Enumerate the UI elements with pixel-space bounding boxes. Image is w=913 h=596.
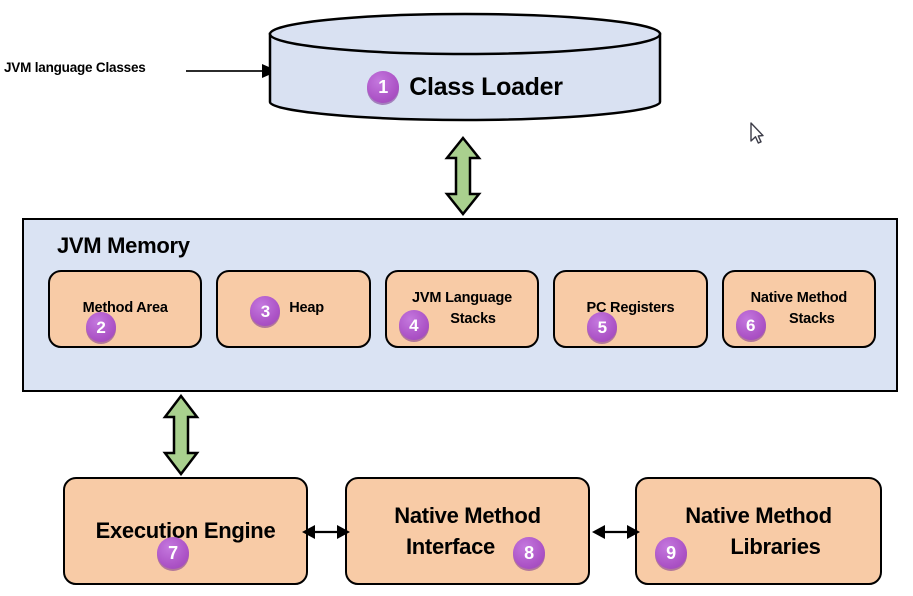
memory-box-method-area[interactable]: Method Area 2: [48, 270, 203, 348]
memory-box-line1: Native Method: [750, 289, 848, 306]
source-label-jvm-language-classes: JVM language Classes: [4, 60, 146, 75]
badge-1: 1: [367, 71, 400, 103]
bottom-box-line1: Native Method: [685, 502, 832, 528]
bottom-box-execution-engine[interactable]: Execution Engine 7: [63, 477, 308, 585]
jvm-memory-box-row: Method Area 2 Heap 3 JVM Language Stacks…: [48, 270, 877, 348]
memory-box-line2: Stacks: [789, 311, 835, 327]
jvm-architecture-diagram: JVM language Classes 1 Class Loader JVM …: [0, 0, 913, 596]
arrow-execution-engine-to-native-method-interface: [302, 525, 350, 539]
class-loader-label: Class Loader: [409, 72, 563, 101]
memory-box-line2: Stacks: [450, 311, 496, 327]
memory-box-jvm-language-stacks[interactable]: JVM Language Stacks 4: [384, 270, 540, 348]
badge-2: 2: [86, 312, 116, 342]
bottom-box-line2: Libraries: [730, 534, 821, 559]
memory-box-heap[interactable]: Heap 3: [216, 270, 371, 348]
memory-box-pc-registers[interactable]: PC Registers 5: [553, 270, 708, 348]
badge-4: 4: [398, 310, 429, 340]
bottom-box-line1: Execution Engine: [95, 518, 276, 544]
class-loader-cylinder[interactable]: 1 Class Loader: [268, 12, 662, 124]
badge-7: 7: [157, 537, 189, 569]
badge-6: 6: [735, 310, 766, 340]
arrow-native-method-interface-to-libraries: [592, 525, 640, 539]
bottom-box-native-method-interface[interactable]: Native Method Interface 8: [345, 477, 590, 585]
arrow-source-to-class-loader: [186, 64, 278, 78]
badge-8: 8: [513, 537, 545, 569]
memory-box-line1: JVM Language: [412, 289, 512, 306]
badge-3: 3: [250, 296, 281, 326]
jvm-memory-container: JVM Memory Method Area 2 Heap 3 JVM Lang…: [22, 218, 898, 392]
jvm-memory-title: JVM Memory: [57, 233, 190, 258]
bottom-box-line1: Native Method: [394, 502, 541, 528]
arrow-jvm-memory-to-execution-engine: [162, 394, 200, 476]
bottom-box-row: Execution Engine 7 Native Method Interfa…: [63, 477, 882, 585]
bottom-box-native-method-libraries[interactable]: Native Method Libraries 9: [635, 477, 882, 585]
badge-9: 9: [655, 537, 687, 569]
mouse-cursor: [750, 122, 764, 144]
arrow-class-loader-to-jvm-memory: [444, 136, 482, 216]
bottom-box-line2: Interface: [405, 534, 495, 559]
memory-box-native-method-stacks[interactable]: Native Method Stacks 6: [721, 270, 877, 348]
badge-5: 5: [587, 312, 618, 342]
